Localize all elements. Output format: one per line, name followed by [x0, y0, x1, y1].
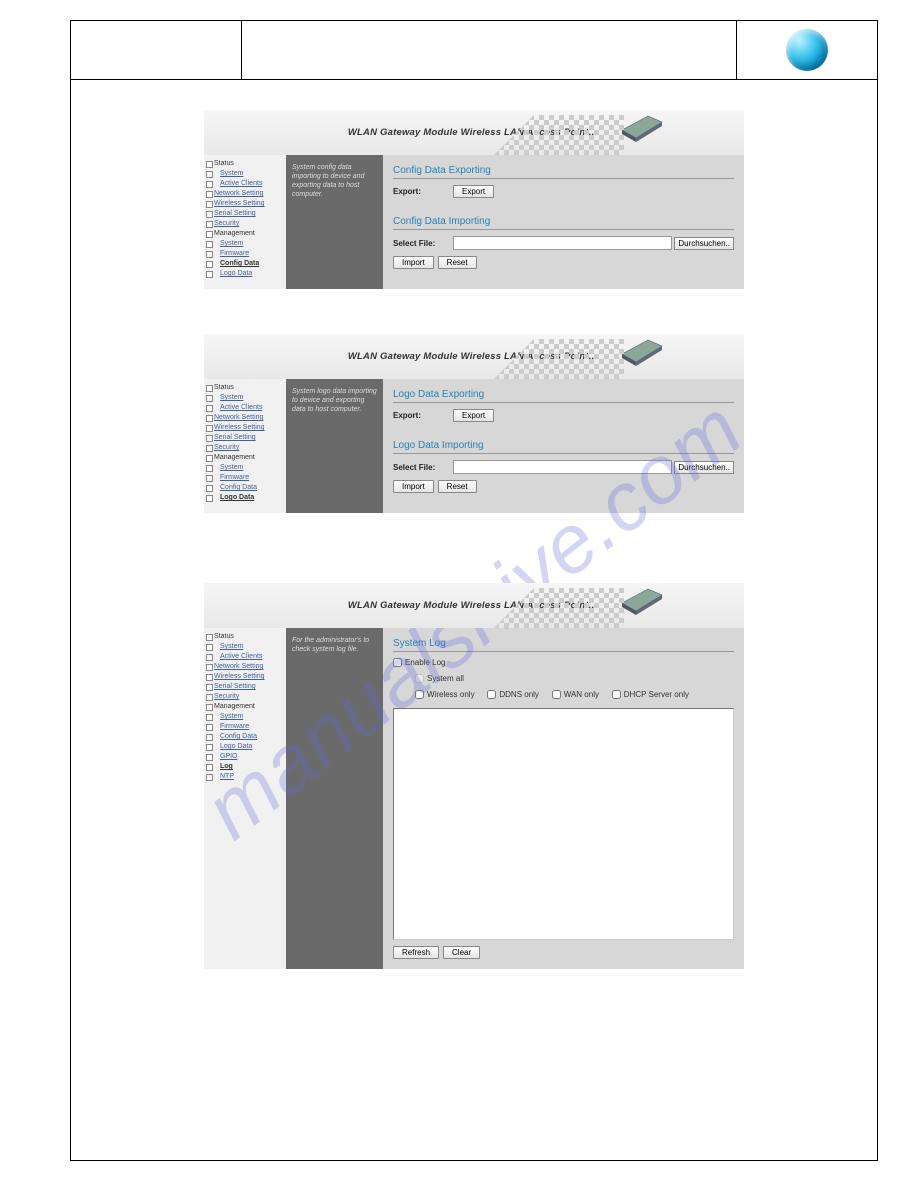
- log-textarea[interactable]: [393, 708, 734, 940]
- nav-logo-data[interactable]: Logo Data: [220, 270, 252, 277]
- screenshot-config-data: WLAN Gateway Module Wireless LAN Access …: [204, 110, 744, 289]
- ddns-only-checkbox[interactable]: DDNS only: [487, 690, 539, 699]
- export-button[interactable]: Export: [453, 409, 494, 422]
- logo-orb-icon: [786, 29, 828, 71]
- nav-mgmt-system[interactable]: System: [220, 240, 243, 247]
- file-input[interactable]: [453, 460, 672, 474]
- nav-firmware[interactable]: Firmware: [220, 250, 249, 257]
- frame-header: [71, 21, 877, 80]
- section-title: Config Data Exporting: [393, 165, 734, 179]
- refresh-button[interactable]: Refresh: [393, 946, 439, 959]
- section-title: Config Data Importing: [393, 216, 734, 230]
- enable-log-checkbox[interactable]: Enable Log: [393, 658, 445, 667]
- reset-button[interactable]: Reset: [438, 480, 477, 493]
- file-input[interactable]: [453, 236, 672, 250]
- system-all-checkbox[interactable]: System all: [415, 674, 464, 683]
- export-button[interactable]: Export: [453, 185, 494, 198]
- nav-logo-data[interactable]: Logo Data: [220, 494, 254, 501]
- nav-config-data[interactable]: Config Data: [220, 260, 259, 267]
- help-text: System config data importing to device a…: [286, 155, 383, 289]
- nav-log[interactable]: Log: [220, 763, 233, 770]
- wan-only-checkbox[interactable]: WAN only: [552, 690, 599, 699]
- browse-button[interactable]: Durchsuchen..: [674, 461, 734, 474]
- nav-active-clients[interactable]: Active Clients: [220, 180, 262, 187]
- nav-network-setting[interactable]: Network Setting: [214, 190, 263, 197]
- import-button[interactable]: Import: [393, 480, 434, 493]
- reset-button[interactable]: Reset: [438, 256, 477, 269]
- nav-serial-setting[interactable]: Serial Setting: [214, 210, 256, 217]
- nav-sidebar: Status System Active Clients Network Set…: [204, 155, 286, 289]
- screenshot-system-log: WLAN Gateway Module Wireless LAN Access …: [204, 583, 744, 969]
- nav-security[interactable]: Security: [214, 220, 239, 227]
- browse-button[interactable]: Durchsuchen..: [674, 237, 734, 250]
- clear-button[interactable]: Clear: [443, 946, 480, 959]
- screenshot-logo-data: WLAN Gateway Module Wireless LAN Access …: [204, 334, 744, 513]
- nav-system[interactable]: System: [220, 170, 243, 177]
- dhcp-only-checkbox[interactable]: DHCP Server only: [612, 690, 689, 699]
- wireless-only-checkbox[interactable]: Wireless only: [415, 690, 475, 699]
- nav-wireless-setting[interactable]: Wireless Setting: [214, 200, 265, 207]
- import-button[interactable]: Import: [393, 256, 434, 269]
- document-frame: manualshive.com WLAN Gateway Module Wire…: [70, 20, 878, 1161]
